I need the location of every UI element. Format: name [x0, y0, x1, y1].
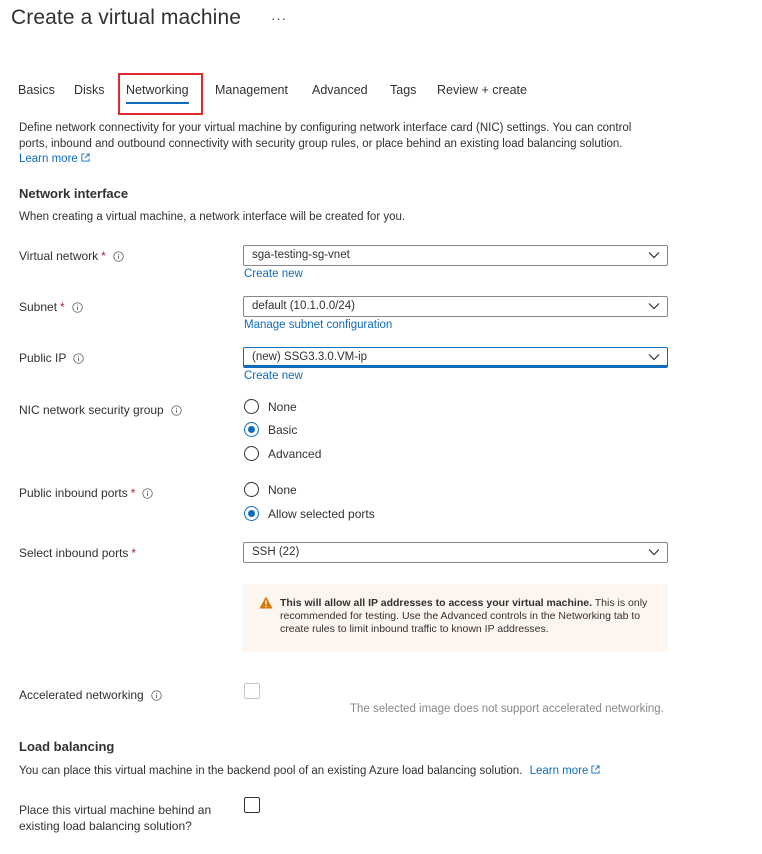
intro-text: Define network connectivity for your vir…	[19, 122, 632, 150]
page-title: Create a virtual machine	[11, 6, 242, 29]
external-link-icon	[81, 153, 90, 162]
warning-bold-text: This will allow all IP addresses to acce…	[280, 597, 593, 609]
inbound-option-label: Allow selected ports	[268, 506, 375, 521]
nsg-option-none[interactable]: None	[244, 399, 297, 414]
create-new-public-ip-link[interactable]: Create new	[244, 370, 303, 382]
nsg-option-advanced[interactable]: Advanced	[244, 446, 321, 461]
manage-subnet-link[interactable]: Manage subnet configuration	[244, 319, 392, 331]
required-marker: *	[131, 546, 137, 560]
subnet-value: default (10.1.0.0/24)	[252, 300, 355, 312]
place-behind-lb-label: Place this virtual machine behind an exi…	[19, 802, 211, 834]
virtual-network-label-text: Virtual network	[19, 249, 99, 263]
warning-text: This will allow all IP addresses to acce…	[280, 597, 660, 636]
chevron-down-icon	[648, 252, 660, 259]
tab-management[interactable]: Management	[215, 74, 288, 97]
place-behind-lb-checkbox[interactable]	[244, 797, 260, 813]
tab-networking[interactable]: Networking	[126, 74, 189, 104]
tab-basics[interactable]: Basics	[18, 74, 55, 97]
more-options-button[interactable]: ···	[271, 11, 287, 26]
place-behind-lb-label-line2: existing load balancing solution?	[19, 819, 192, 833]
warning-message: This will allow all IP addresses to acce…	[243, 584, 668, 652]
tab-networking-label: Networking	[126, 83, 189, 97]
radio-button[interactable]	[244, 482, 259, 497]
virtual-network-label: Virtual network *	[19, 249, 124, 263]
nic-nsg-label: NIC network security group	[19, 403, 182, 417]
learn-more-link[interactable]: Learn more	[19, 153, 90, 165]
chevron-down-icon	[648, 354, 660, 361]
virtual-network-select[interactable]: sga-testing-sg-vnet	[243, 245, 668, 266]
required-marker: *	[101, 249, 106, 263]
info-icon[interactable]	[151, 689, 162, 701]
select-inbound-ports-select[interactable]: SSH (22)	[243, 542, 668, 563]
learn-more-label: Learn more	[529, 765, 589, 777]
load-balancing-description-text: You can place this virtual machine in th…	[19, 765, 523, 777]
public-ip-label-text: Public IP	[19, 351, 67, 365]
active-tab-indicator	[126, 102, 189, 104]
info-icon[interactable]	[113, 250, 124, 262]
required-marker: *	[60, 300, 65, 314]
public-inbound-ports-label-text: Public inbound ports	[19, 486, 128, 500]
inbound-option-none[interactable]: None	[244, 482, 297, 497]
load-balancing-heading: Load balancing	[19, 739, 115, 754]
public-ip-select[interactable]: (new) SSG3.3.0.VM-ip	[243, 347, 668, 368]
select-inbound-ports-label-text: Select inbound ports	[19, 546, 129, 560]
accelerated-networking-label-text: Accelerated networking	[19, 688, 144, 702]
info-icon[interactable]	[72, 301, 83, 313]
info-icon[interactable]	[142, 487, 154, 499]
nsg-option-label: None	[268, 399, 297, 414]
inbound-option-allow-selected[interactable]: Allow selected ports	[244, 506, 375, 521]
network-interface-description: When creating a virtual machine, a netwo…	[19, 211, 406, 223]
info-icon[interactable]	[171, 404, 182, 416]
subnet-label-text: Subnet	[19, 300, 58, 314]
select-inbound-ports-label: Select inbound ports *	[19, 546, 136, 560]
public-ip-label: Public IP	[19, 351, 85, 365]
subnet-label: Subnet *	[19, 300, 83, 314]
tab-review-create[interactable]: Review + create	[437, 74, 527, 97]
external-link-icon	[591, 765, 600, 774]
tab-advanced[interactable]: Advanced	[312, 74, 368, 97]
create-new-vnet-link[interactable]: Create new	[244, 268, 303, 280]
chevron-down-icon	[648, 549, 660, 556]
accelerated-networking-checkbox	[244, 683, 260, 699]
accelerated-networking-label: Accelerated networking	[19, 688, 162, 702]
inbound-option-label: None	[268, 482, 297, 497]
learn-more-label: Learn more	[19, 153, 78, 165]
radio-button[interactable]	[244, 446, 259, 461]
accelerated-networking-note: The selected image does not support acce…	[350, 703, 664, 715]
tab-tags[interactable]: Tags	[390, 74, 416, 97]
radio-button-selected[interactable]	[244, 422, 259, 437]
subnet-select[interactable]: default (10.1.0.0/24)	[243, 296, 668, 317]
load-balancing-learn-more-link[interactable]: Learn more	[530, 765, 601, 777]
title-row: Create a virtual machine	[11, 6, 241, 30]
nsg-option-basic[interactable]: Basic	[244, 422, 297, 437]
nic-nsg-label-text: NIC network security group	[19, 403, 164, 417]
radio-button[interactable]	[244, 399, 259, 414]
public-inbound-ports-label: Public inbound ports *	[19, 486, 154, 500]
place-behind-lb-label-line1: Place this virtual machine behind an	[19, 803, 212, 817]
radio-button-selected[interactable]	[244, 506, 259, 521]
intro-description: Define network connectivity for your vir…	[19, 121, 659, 168]
virtual-network-value: sga-testing-sg-vnet	[252, 249, 350, 261]
nsg-option-label: Advanced	[268, 446, 322, 461]
select-inbound-ports-value: SSH (22)	[252, 546, 300, 558]
warning-icon	[259, 596, 273, 609]
public-ip-value: (new) SSG3.3.0.VM-ip	[252, 351, 368, 363]
nsg-option-label: Basic	[268, 422, 298, 437]
network-interface-heading: Network interface	[19, 186, 129, 201]
required-marker: *	[130, 486, 136, 500]
load-balancing-description: You can place this virtual machine in th…	[19, 765, 600, 777]
info-icon[interactable]	[73, 352, 85, 364]
tab-disks[interactable]: Disks	[74, 74, 105, 97]
chevron-down-icon	[648, 303, 660, 310]
